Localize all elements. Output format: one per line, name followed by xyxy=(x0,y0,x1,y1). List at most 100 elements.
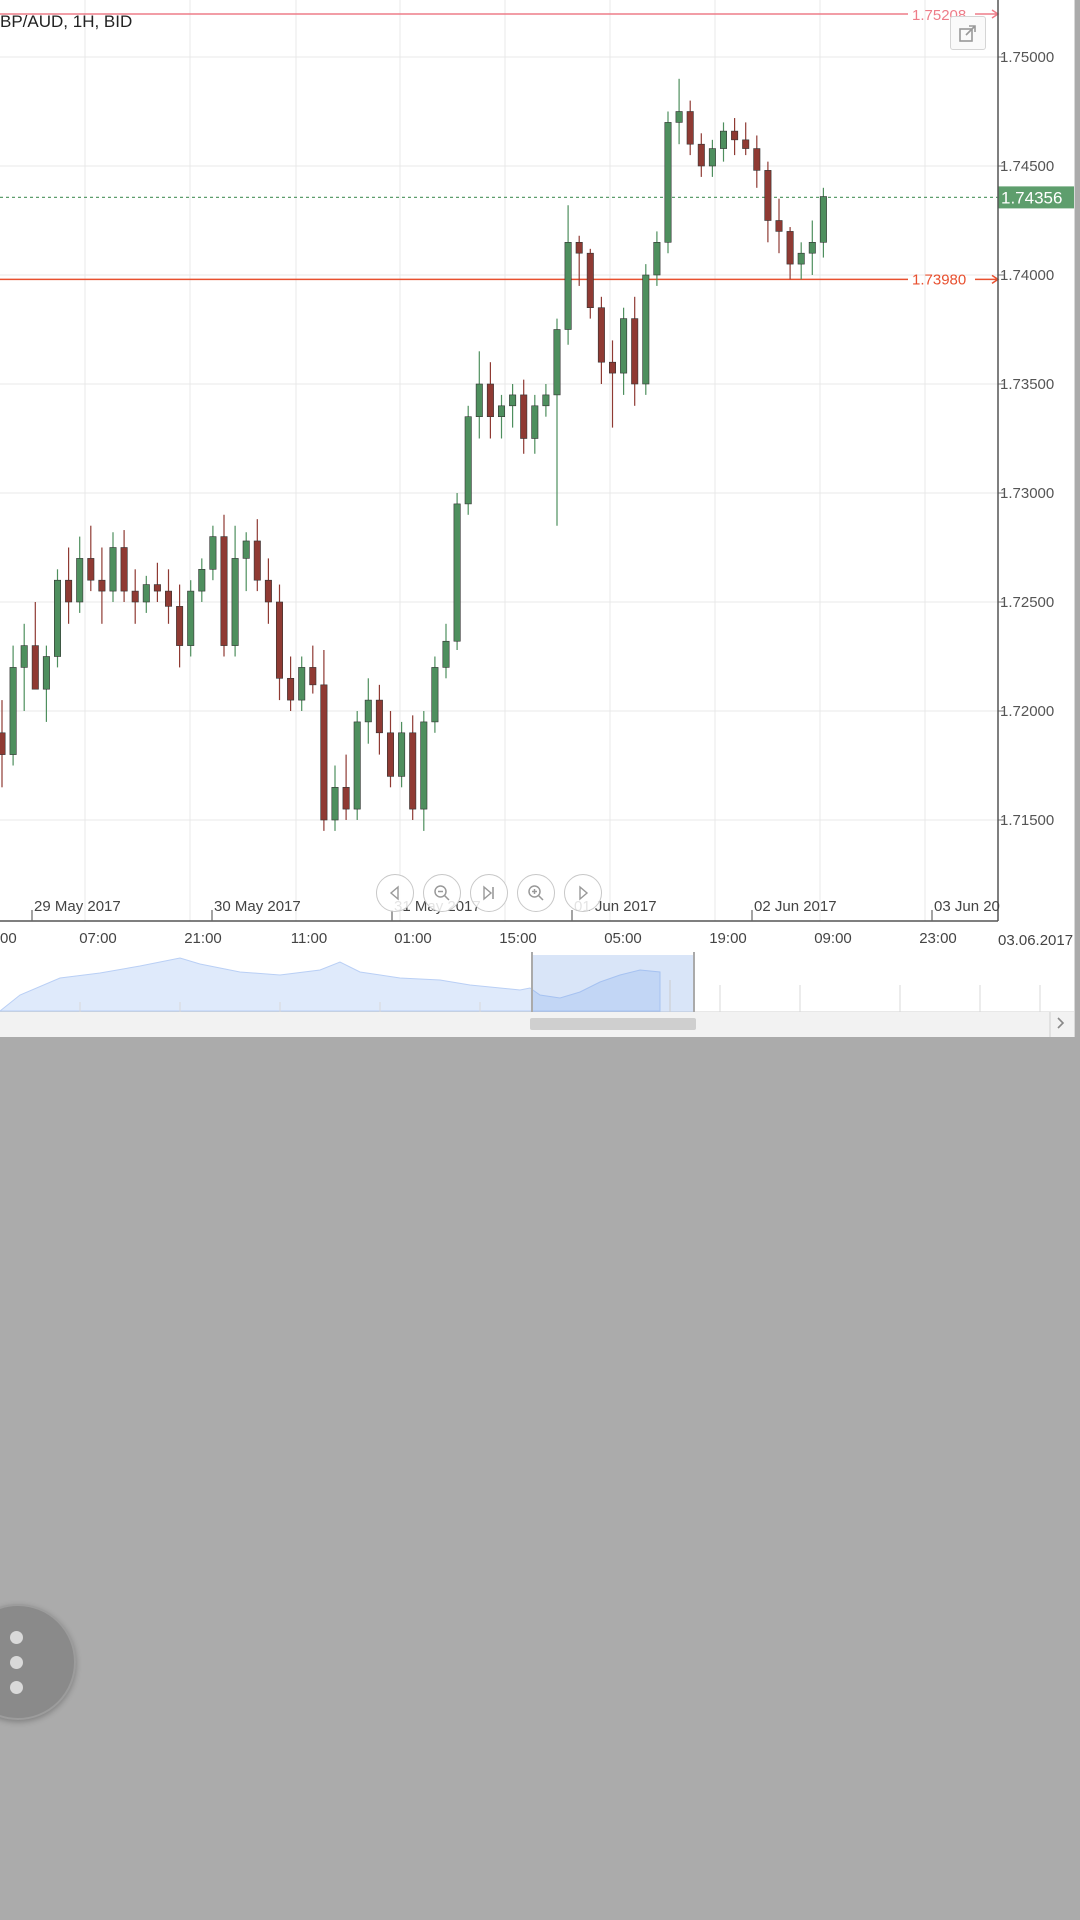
candle-bull xyxy=(142,575,150,613)
candle-body xyxy=(797,252,805,265)
candle-body xyxy=(76,558,84,603)
price-tick-label: 1.74500 xyxy=(1000,158,1054,175)
candle-bear xyxy=(686,100,694,156)
candle-body xyxy=(153,584,161,592)
candle-bear xyxy=(342,754,350,820)
candle-body xyxy=(198,568,206,592)
triangle-right-icon xyxy=(579,885,589,901)
candle-bull xyxy=(9,645,17,766)
candle-bear xyxy=(131,569,139,624)
date-label: 29 May 2017 xyxy=(34,898,121,915)
candle-body xyxy=(42,656,50,690)
candle-body xyxy=(653,242,661,276)
candle-bull xyxy=(620,307,628,395)
candle-body xyxy=(398,732,406,777)
chart-title: BP/AUD, 1H, BID xyxy=(0,12,133,31)
scroll-left-button[interactable] xyxy=(376,874,414,912)
open-external-icon xyxy=(959,25,976,42)
candle-bear xyxy=(775,198,783,254)
reset-view-button[interactable] xyxy=(470,874,508,912)
candle-body xyxy=(553,329,561,396)
price-tick-label: 1.72500 xyxy=(1000,594,1054,611)
candle-body xyxy=(608,361,616,374)
price-tick-label: 1.73000 xyxy=(1000,485,1054,502)
candle-body xyxy=(520,394,528,439)
candle-body xyxy=(386,732,394,777)
candle-bull xyxy=(642,264,650,395)
zoom-in-button[interactable] xyxy=(517,874,555,912)
candle-body xyxy=(264,579,272,603)
candle-bear xyxy=(275,584,283,701)
candle-bull xyxy=(664,111,672,254)
candle-bear xyxy=(486,362,494,439)
candle-bear xyxy=(731,118,739,156)
zoom-out-button[interactable] xyxy=(423,874,461,912)
candle-bull xyxy=(675,78,683,145)
time-label: 15:00 xyxy=(499,930,537,947)
candle-body xyxy=(176,606,184,646)
candle-bull xyxy=(331,765,339,831)
candle-body xyxy=(431,667,439,723)
open-external-button[interactable] xyxy=(950,16,986,50)
candle-bull xyxy=(209,525,217,581)
candle-bear xyxy=(320,649,328,831)
time-label: 21:00 xyxy=(184,930,222,947)
candle-bull xyxy=(564,205,572,345)
time-label: 01:00 xyxy=(394,930,432,947)
candle-body xyxy=(497,405,505,417)
scroll-right-button[interactable] xyxy=(564,874,602,912)
navigator-scroll-thumb[interactable] xyxy=(530,1018,696,1030)
candle-bull xyxy=(509,384,517,428)
candle-body xyxy=(564,242,572,330)
candle-body xyxy=(253,540,261,581)
candle-body xyxy=(764,170,772,221)
candle-body xyxy=(642,274,650,385)
candle-body xyxy=(9,667,17,755)
time-label: 05:00 xyxy=(604,930,642,947)
candle-bear xyxy=(586,248,594,319)
chevron-right-icon xyxy=(1057,1017,1065,1029)
candle-bull xyxy=(475,351,483,439)
candle-bear xyxy=(0,700,6,788)
candle-body xyxy=(542,394,550,407)
candle-body xyxy=(209,536,217,570)
support-line-label: 1.73980 xyxy=(912,271,966,288)
candle-bull xyxy=(198,558,206,602)
candle-body xyxy=(320,684,328,821)
time-label: 11:00 xyxy=(291,930,327,947)
candle-bull xyxy=(453,493,461,650)
candle-bull xyxy=(553,318,561,526)
navigator[interactable] xyxy=(0,952,1074,1037)
more-options-button[interactable] xyxy=(0,1604,76,1720)
candle-body xyxy=(575,242,583,254)
candle-body xyxy=(719,130,727,149)
candle-bear xyxy=(764,161,772,243)
candle-body xyxy=(309,667,317,686)
navigator-date-label: 03.06.2017 xyxy=(998,932,1073,949)
candle-bull xyxy=(797,242,805,280)
candle-body xyxy=(753,148,761,171)
candle-bull xyxy=(364,678,372,744)
price-tick-label: 1.71500 xyxy=(1000,812,1054,829)
candle-body xyxy=(353,721,361,810)
candle-body xyxy=(597,307,605,363)
candle-body xyxy=(187,590,195,646)
candle-body xyxy=(242,540,250,559)
candle-bull xyxy=(109,532,117,602)
candle-body xyxy=(475,383,483,418)
chart-panel[interactable]: 1.75208 1.73980 1.74356 1.75000 1.74500 1.74… xyxy=(0,0,1075,1037)
candle-bull xyxy=(298,656,306,711)
candle-body xyxy=(675,111,683,123)
skip-to-end-icon xyxy=(483,885,494,901)
candle-body xyxy=(742,139,750,149)
navigator-scroll-right-button[interactable] xyxy=(1049,1012,1071,1034)
candle-body xyxy=(775,220,783,232)
candle-bull xyxy=(20,623,28,711)
arrow-right-icon xyxy=(975,274,1000,284)
candle-bull xyxy=(653,231,661,286)
candle-bull xyxy=(420,711,428,831)
candle-body xyxy=(464,416,472,505)
candle-bear xyxy=(520,379,528,454)
price-axis: 1.75000 1.74500 1.74000 1.73500 1.73000 1.725… xyxy=(998,49,1054,829)
candle-bear xyxy=(153,562,161,602)
